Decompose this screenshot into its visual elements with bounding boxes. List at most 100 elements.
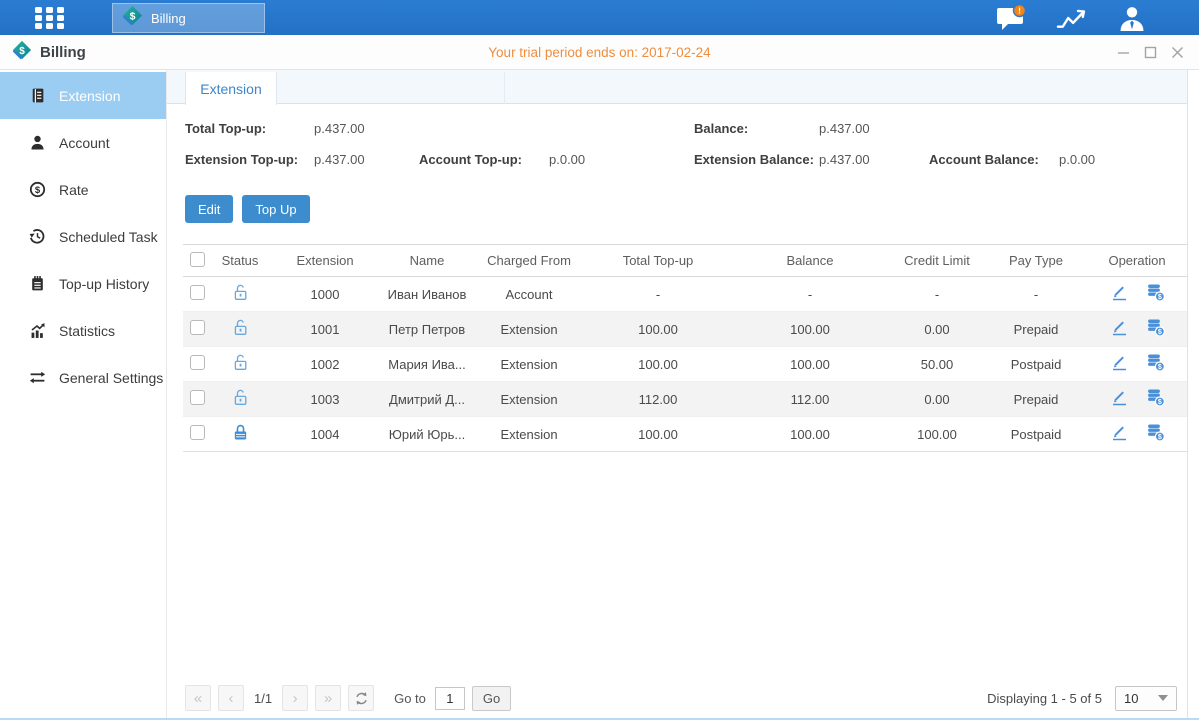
window-title: Billing xyxy=(40,44,86,61)
extension-cell: 1000 xyxy=(269,277,381,312)
notifications-icon[interactable]: ! xyxy=(993,4,1031,32)
billing-window-icon: $ xyxy=(12,40,32,65)
row-select-checkbox[interactable] xyxy=(190,285,205,300)
sidebar-item-top-up-history[interactable]: Top-up History xyxy=(0,260,166,307)
extension-cell: 1004 xyxy=(269,417,381,452)
row-select-checkbox[interactable] xyxy=(190,425,205,440)
resource-monitor-icon[interactable] xyxy=(1053,4,1091,32)
summary-label-balance: Balance: xyxy=(694,121,748,136)
action-buttons: Edit Top Up xyxy=(185,195,1187,223)
top-up-row-icon[interactable]: $ xyxy=(1146,423,1165,442)
sidebar: Extension Account $RateScheduled Task Top-u… xyxy=(0,70,167,718)
table-header-row: StatusExtensionNameCharged FromTotal Top… xyxy=(183,245,1187,277)
lock-closed-icon xyxy=(232,423,249,442)
svg-text:$: $ xyxy=(130,11,136,23)
sidebar-item-rate[interactable]: $Rate xyxy=(0,166,166,213)
sidebar-item-extension[interactable]: Extension xyxy=(0,72,166,119)
balance-cell: 100.00 xyxy=(731,417,889,452)
sidebar-item-general-settings[interactable]: General Settings xyxy=(0,354,166,401)
main-content: Extension Total Top-up: p.437.00 Balance: p… xyxy=(167,70,1188,718)
table-row: 1004Юрий Юрь...Extension100.00100.00100.… xyxy=(183,417,1187,452)
notepad-icon xyxy=(29,275,46,292)
sidebar-item-label: Statistics xyxy=(59,323,115,339)
pagination-bar: « ‹ 1/1 › » Go to Go Displaying 1 xyxy=(167,682,1187,718)
topbar-tab-billing[interactable]: $ Billing xyxy=(112,3,265,33)
edit-row-icon[interactable] xyxy=(1110,423,1129,442)
next-page-button[interactable]: › xyxy=(282,685,308,711)
first-page-button[interactable]: « xyxy=(185,685,211,711)
summary-value-extension-balance: p.437.00 xyxy=(819,152,870,167)
lock-open-icon xyxy=(232,283,249,302)
svg-text:$: $ xyxy=(1157,398,1161,406)
balance-cell: 100.00 xyxy=(731,347,889,382)
summary-label-total-top-up: Total Top-up: xyxy=(185,121,266,136)
page-size-select[interactable]: 10 xyxy=(1115,686,1177,711)
goto-page-input[interactable] xyxy=(435,687,465,710)
summary-value-account-top-up: p.0.00 xyxy=(549,152,585,167)
user-account-icon[interactable] xyxy=(1113,4,1151,32)
top-up-row-icon[interactable]: $ xyxy=(1146,388,1165,407)
chevron-down-icon xyxy=(1158,695,1168,701)
edit-row-icon[interactable] xyxy=(1110,353,1129,372)
row-select-checkbox[interactable] xyxy=(190,355,205,370)
maximize-button[interactable] xyxy=(1142,44,1158,60)
extension-table: StatusExtensionNameCharged FromTotal Top… xyxy=(183,244,1187,452)
balance-cell: 100.00 xyxy=(731,312,889,347)
edit-row-icon[interactable] xyxy=(1110,318,1129,337)
refresh-button[interactable] xyxy=(348,685,374,711)
sidebar-item-label: Top-up History xyxy=(59,276,149,292)
pay-type-cell: - xyxy=(985,277,1087,312)
pay-type-cell: Postpaid xyxy=(985,417,1087,452)
credit-limit-cell: 50.00 xyxy=(889,347,985,382)
svg-text:$: $ xyxy=(19,45,25,56)
edit-row-icon[interactable] xyxy=(1110,283,1129,302)
svg-text:$: $ xyxy=(1157,328,1161,336)
select-all-checkbox[interactable] xyxy=(190,252,205,267)
sidebar-item-label: Rate xyxy=(59,182,89,198)
svg-text:$: $ xyxy=(1157,293,1161,301)
top-up-row-icon[interactable]: $ xyxy=(1146,318,1165,337)
charged-from-cell: Extension xyxy=(473,417,585,452)
topbar: $ Billing ! xyxy=(0,0,1199,35)
charged-from-cell: Extension xyxy=(473,347,585,382)
pay-type-cell: Postpaid xyxy=(985,347,1087,382)
extension-cell: 1002 xyxy=(269,347,381,382)
app-window: $ Billing ! xyxy=(0,0,1199,720)
page-indicator: 1/1 xyxy=(254,691,272,706)
total-top-up-cell: 100.00 xyxy=(585,312,731,347)
tab-extension[interactable]: Extension xyxy=(185,72,277,105)
extension-cell: 1003 xyxy=(269,382,381,417)
row-select-checkbox[interactable] xyxy=(190,390,205,405)
minimize-button[interactable] xyxy=(1115,44,1131,60)
close-button[interactable] xyxy=(1169,44,1185,60)
pay-type-cell: Prepaid xyxy=(985,312,1087,347)
extension-cell: 1001 xyxy=(269,312,381,347)
top-up-row-icon[interactable]: $ xyxy=(1146,283,1165,302)
top-up-button[interactable]: Top Up xyxy=(242,195,309,223)
last-page-button[interactable]: » xyxy=(315,685,341,711)
table-row: 1001Петр ПетровExtension100.00100.000.00… xyxy=(183,312,1187,347)
row-select-checkbox[interactable] xyxy=(190,320,205,335)
edit-button[interactable]: Edit xyxy=(185,195,233,223)
app-launcher-icon[interactable] xyxy=(35,7,66,29)
sidebar-item-account[interactable]: Account xyxy=(0,119,166,166)
sidebar-item-statistics[interactable]: Statistics xyxy=(0,307,166,354)
balance-summary: Total Top-up:p.437.00Balance:p.437.00Ext… xyxy=(167,104,1187,185)
sidebar-item-label: Account xyxy=(59,135,110,151)
edit-row-icon[interactable] xyxy=(1110,388,1129,407)
name-cell: Дмитрий Д... xyxy=(381,382,473,417)
svg-text:$: $ xyxy=(1157,363,1161,371)
prev-page-button[interactable]: ‹ xyxy=(218,685,244,711)
name-cell: Иван Иванов xyxy=(381,277,473,312)
lock-open-icon xyxy=(232,353,249,372)
sidebar-item-scheduled-task[interactable]: Scheduled Task xyxy=(0,213,166,260)
go-button[interactable]: Go xyxy=(472,686,511,711)
column-header-name: Name xyxy=(381,245,473,277)
lock-open-icon xyxy=(232,318,249,337)
sidebar-item-label: General Settings xyxy=(59,370,163,386)
top-up-row-icon[interactable]: $ xyxy=(1146,353,1165,372)
billing-diamond-icon: $ xyxy=(122,5,143,31)
lock-open-icon xyxy=(232,388,249,407)
column-header-operation: Operation xyxy=(1087,245,1187,277)
person-icon xyxy=(29,134,46,151)
